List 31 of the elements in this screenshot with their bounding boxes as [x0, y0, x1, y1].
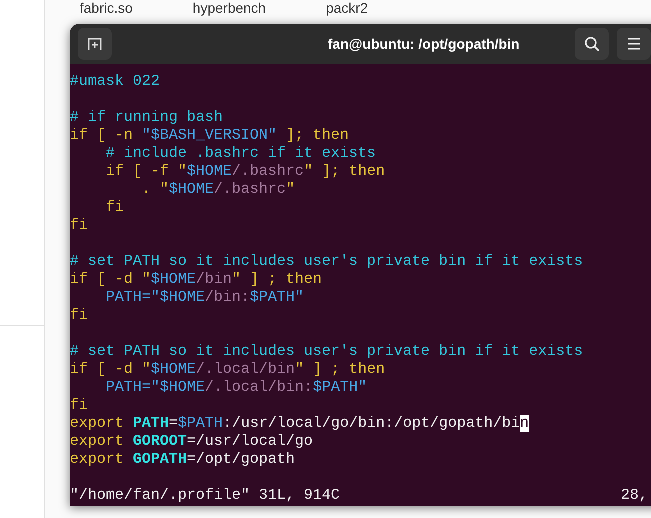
new-tab-icon [87, 36, 103, 52]
window-title: fan@ubuntu: /opt/gopath/bin [328, 34, 520, 54]
code-line: if [ -d "$HOME/bin" ] ; then [70, 271, 322, 289]
code-line: fi [105, 199, 124, 217]
code-line: # include .bashrc if it exists [105, 145, 376, 163]
file-name[interactable]: hyperbench [192, 0, 266, 16]
code-line: PATH="$HOME/.local/bin:$PATH" [105, 379, 368, 397]
search-button[interactable] [574, 28, 609, 60]
menu-icon [626, 38, 641, 50]
code-line: if [ -f "$HOME/.bashrc" ]; then [105, 163, 386, 181]
code-line: export PATH=$PATH:/usr/local/go/bin:/opt/gopath/bin [70, 415, 530, 433]
file-name[interactable]: packr2 [326, 0, 368, 16]
search-icon [584, 36, 600, 52]
code-line: # if running bash [70, 109, 224, 127]
file-name[interactable]: fabric.so [80, 0, 133, 16]
code-line: # set PATH so it includes user's private bin if it exists [70, 253, 584, 271]
code-line: # set PATH so it includes user's private bin if it exists [70, 343, 584, 361]
code-line: export GOROOT=/usr/local/go [70, 433, 314, 451]
code-line: fi [70, 397, 88, 415]
code-line: export GOPATH=/opt/gopath [70, 451, 296, 469]
code-line: PATH="$HOME/bin:$PATH" [105, 289, 304, 307]
new-tab-button[interactable] [78, 28, 112, 60]
status-message: "/home/fan/.profile" 31L, 914C [70, 487, 340, 505]
cursor-position: 28, [620, 487, 648, 505]
code-line: #umask 022 [70, 73, 160, 91]
code-line: if [ -d "$HOME/.local/bin" ] ; then [70, 361, 386, 379]
menu-button[interactable] [616, 28, 651, 60]
code-line: fi [70, 217, 88, 235]
code-line: fi [70, 307, 88, 325]
code-line: if [ -n "$BASH_VERSION" ]; then [70, 127, 350, 145]
code-line: . "$HOME/.bashrc" [141, 181, 296, 199]
